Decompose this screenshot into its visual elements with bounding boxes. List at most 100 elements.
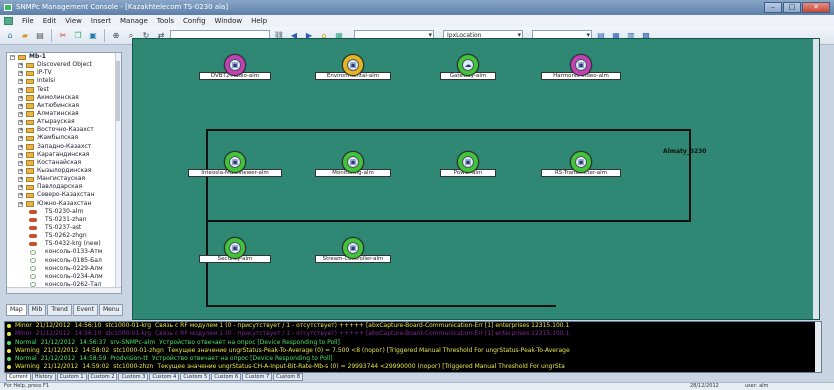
tab-menu[interactable]: Menu — [98, 304, 124, 316]
zoom-icon[interactable]: ⊕ — [110, 30, 122, 42]
expand-toggle-icon[interactable]: + — [18, 63, 23, 69]
tab-history[interactable]: History — [31, 373, 56, 381]
tab-custom-5[interactable]: Custom 5 — [180, 373, 211, 381]
tab-custom-4[interactable]: Custom 4 — [149, 373, 180, 381]
event-row[interactable]: Warning 21/12/2012 14:59:02 stc1000-zhzn Тек… — [5, 363, 821, 371]
tab-custom-6[interactable]: Custom 6 — [211, 373, 242, 381]
menu-file[interactable]: File — [22, 17, 34, 25]
map-node[interactable]: Inteosla-Multiviewer-alm ▣ — [188, 151, 282, 181]
tree-item[interactable]: − Mb-1 — [7, 53, 121, 61]
tree-item[interactable]: TS-0231-zhan — [7, 216, 121, 224]
tree-item[interactable]: + Актюбинская — [7, 102, 121, 110]
menu-manage[interactable]: Manage — [120, 17, 148, 25]
tree-item[interactable]: консоль-0234-Алм — [7, 273, 121, 281]
tree-item[interactable]: + Северо-Казахстан — [7, 191, 121, 199]
map-node[interactable]: Harmonic-Video-alm ▣ — [541, 54, 621, 84]
tab-map[interactable]: Map — [6, 304, 27, 316]
tree-item[interactable]: + Мангистауская — [7, 175, 121, 183]
canvas-scrollbar[interactable] — [813, 39, 819, 319]
tree-item[interactable]: + Костанайская — [7, 159, 121, 167]
menu-view[interactable]: View — [65, 17, 82, 25]
tree-item[interactable]: + Кызылординская — [7, 167, 121, 175]
map-node[interactable]: Environmental-alm ▣ — [315, 54, 391, 84]
tree-item[interactable]: TS-0432-krg (new) — [7, 240, 121, 248]
tree-item[interactable]: + Западно-Казахст — [7, 143, 121, 151]
event-row[interactable]: Normal 21/12/2012 14:58:59 Prodvision-tt Уст… — [5, 355, 821, 363]
tree-item[interactable]: + Акмолинская — [7, 94, 121, 102]
event-row[interactable]: Minor 21/12/2012 14:56:10 stc1000-01-krg Свя… — [5, 322, 821, 330]
tab-mib[interactable]: Mib — [27, 304, 47, 316]
maximize-button[interactable]: □ — [783, 2, 801, 13]
expand-toggle-icon[interactable]: + — [18, 95, 23, 101]
tab-current[interactable]: Current — [6, 373, 31, 381]
map-canvas[interactable]: Almaty_0230 DVBT2-Audio-alm ▣ Environmenta… — [132, 38, 820, 320]
map-node[interactable]: Power-alm ▣ — [440, 151, 496, 181]
map-node[interactable]: Gateway-alm ☁ — [440, 54, 496, 84]
expand-toggle-icon[interactable]: + — [18, 136, 23, 142]
tree-scroll-thumb[interactable] — [116, 61, 120, 121]
cut-icon[interactable]: ✂ — [57, 30, 69, 42]
expand-toggle-icon[interactable]: + — [18, 71, 23, 77]
tree-item[interactable]: + Test — [7, 86, 121, 94]
tab-custom-8[interactable]: Custom 8 — [273, 373, 304, 381]
print-icon[interactable]: ▤ — [34, 30, 46, 42]
menu-config[interactable]: Config — [183, 17, 205, 25]
app-icon[interactable]: ⌂ — [4, 30, 16, 42]
menu-insert[interactable]: Insert — [91, 17, 111, 25]
tree-item[interactable]: консоль-0229-Алм — [7, 265, 121, 273]
document-icon[interactable] — [4, 17, 13, 25]
tab-trend[interactable]: Trend — [47, 304, 72, 316]
tree-item[interactable]: TS-0230-alm — [7, 208, 121, 216]
expand-toggle-icon[interactable]: + — [18, 103, 23, 109]
expand-toggle-icon[interactable]: + — [18, 201, 23, 207]
expand-toggle-icon[interactable]: + — [18, 152, 23, 158]
event-log-scrollbar[interactable] — [815, 322, 821, 372]
close-button[interactable]: ✕ — [802, 2, 830, 13]
expand-toggle-icon[interactable]: + — [18, 160, 23, 166]
event-row[interactable]: Minor 21/12/2012 14:56:10 stc1000-01-krg Свя… — [5, 330, 821, 338]
folder-icon[interactable]: ▰ — [19, 30, 31, 42]
expand-toggle-icon[interactable]: + — [18, 120, 23, 126]
tree-item[interactable]: консоль-0185-Бал — [7, 257, 121, 265]
expand-toggle-icon[interactable]: + — [18, 87, 23, 93]
expand-toggle-icon[interactable]: + — [18, 111, 23, 117]
tree-item[interactable]: + Восточно-Казахст — [7, 126, 121, 134]
map-node[interactable]: DVBT2-Audio-alm ▣ — [199, 54, 271, 84]
event-row[interactable]: Normal 21/12/2012 14:56:37 srv-SNMPc-alm Уст… — [5, 339, 821, 347]
tab-custom-7[interactable]: Custom 7 — [242, 373, 273, 381]
tree-item[interactable]: + Жамбылская — [7, 134, 121, 142]
menu-help[interactable]: Help — [251, 17, 267, 25]
map-node[interactable]: Security-alm ▣ — [199, 237, 271, 267]
menu-tools[interactable]: Tools — [157, 17, 174, 25]
expand-toggle-icon[interactable]: + — [18, 79, 23, 85]
event-log[interactable]: Minor 21/12/2012 14:56:10 stc1000-01-krg Свя… — [4, 321, 822, 373]
tree-hscrollbar[interactable] — [7, 287, 121, 293]
tree-item[interactable]: TS-0262-zhgn — [7, 232, 121, 240]
tree-item[interactable]: + Алматинская — [7, 110, 121, 118]
object-tree[interactable]: − Mb-1 + Discovered Object + IP-TV + Intelsi + Te… — [6, 52, 122, 294]
tab-event[interactable]: Event — [72, 304, 98, 316]
tree-item[interactable]: + Карагандинская — [7, 151, 121, 159]
tree-item[interactable]: + Павлодарская — [7, 183, 121, 191]
tree-item[interactable]: TS-0237-ast — [7, 224, 121, 232]
expand-toggle-icon[interactable]: + — [18, 168, 23, 174]
minimize-button[interactable]: – — [764, 2, 782, 13]
expand-toggle-icon[interactable]: + — [18, 177, 23, 183]
tree-item[interactable]: + Атырауская — [7, 118, 121, 126]
tree-item[interactable]: + Discovered Object — [7, 61, 121, 69]
menu-edit[interactable]: Edit — [43, 17, 57, 25]
tab-custom-2[interactable]: Custom 2 — [87, 373, 118, 381]
tree-item[interactable]: + Южно-Казахстан — [7, 200, 121, 208]
copy-icon[interactable]: ❐ — [72, 30, 84, 42]
expand-toggle-icon[interactable]: + — [18, 193, 23, 199]
event-row[interactable]: Warning 21/12/2012 14:58:02 stc1000-01-zhgn… — [5, 347, 821, 355]
tree-scrollbar[interactable] — [115, 53, 121, 293]
tab-custom-3[interactable]: Custom 3 — [118, 373, 149, 381]
map-node[interactable]: Monitoring-alm ▣ — [315, 151, 391, 181]
tree-item[interactable]: + Intelsi — [7, 77, 121, 85]
expand-toggle-icon[interactable]: + — [18, 185, 23, 191]
tab-custom-1[interactable]: Custom 1 — [56, 373, 87, 381]
paste-icon[interactable]: ▣ — [87, 30, 99, 42]
expand-toggle-icon[interactable]: + — [18, 128, 23, 134]
map-node[interactable]: RS-Transmitter-alm ▣ — [541, 151, 621, 181]
